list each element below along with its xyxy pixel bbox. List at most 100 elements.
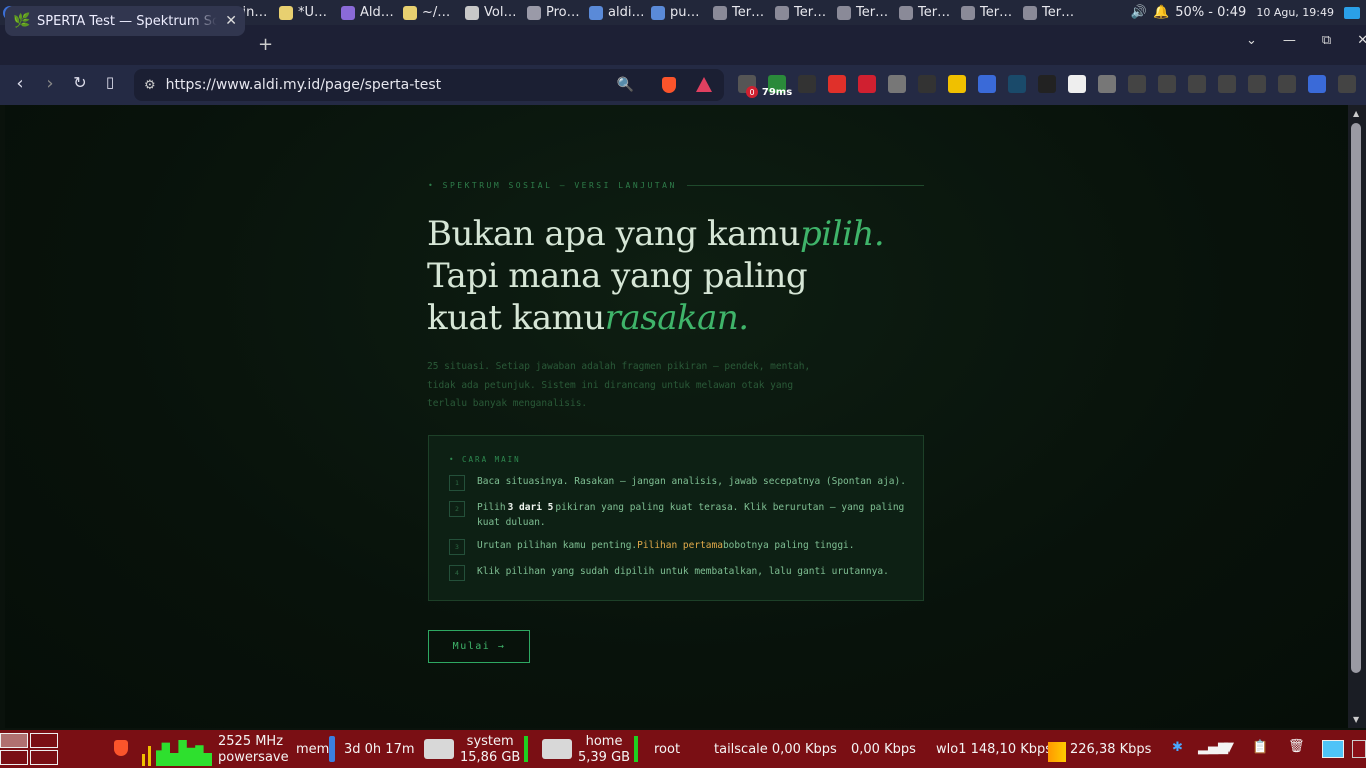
pdf-ext-icon[interactable]: [858, 75, 876, 93]
extension-badge: 0: [746, 86, 758, 98]
task-label: Pro…: [546, 5, 580, 20]
sort-ext-icon[interactable]: [948, 75, 966, 93]
disk-meter: [634, 736, 638, 762]
task-item[interactable]: Ald…: [338, 0, 400, 25]
download-icon[interactable]: [1158, 75, 1176, 93]
headline-part: kuat kamu: [427, 298, 605, 338]
wallet-icon[interactable]: [1248, 75, 1266, 93]
show-desktop-icon[interactable]: [1322, 740, 1344, 758]
task-item[interactable]: Vol…: [462, 0, 524, 25]
step-text-part: Urutan pilihan kamu penting.: [477, 540, 638, 551]
task-label: Ter…: [794, 5, 827, 20]
address-bar[interactable]: ⚙ https://www.aldi.my.id/page/sperta-tes…: [134, 69, 724, 101]
scrollbar[interactable]: ▲ ▼: [1348, 105, 1366, 728]
bookmark-icon[interactable]: ▯: [98, 73, 122, 91]
camera-ext-icon[interactable]: [888, 75, 906, 93]
getcrx-ext-icon[interactable]: [918, 75, 936, 93]
window-controls: ⌄ — ⧉ ✕: [1246, 33, 1366, 48]
task-item[interactable]: ~/…: [400, 0, 462, 25]
step-text: Baca situasinya. Rasakan — jangan analis…: [477, 476, 906, 487]
pager-desktop-1[interactable]: [0, 733, 28, 748]
url-text[interactable]: https://www.aldi.my.id/page/sperta-test: [166, 77, 442, 93]
cpu-graph: [142, 736, 212, 766]
notification-icon[interactable]: 🔔: [1153, 5, 1169, 20]
drive-icon: [424, 739, 454, 759]
volume-icon[interactable]: 🔊: [1131, 5, 1147, 20]
page-description: 25 situasi. Setiap jawaban adalah fragme…: [427, 361, 811, 410]
pager-desktop-4[interactable]: [30, 750, 58, 765]
app-icon: [589, 5, 603, 20]
task-item[interactable]: Ter…: [710, 0, 772, 25]
step-number: 3: [449, 539, 465, 555]
ping-badge: 79ms: [761, 86, 793, 98]
disk-meter: [524, 736, 528, 762]
close-tab-icon[interactable]: ✕: [225, 13, 237, 29]
app-icon: [837, 5, 851, 20]
task-label: aldi…: [608, 5, 645, 20]
disk-system: system 15,86 GB: [460, 734, 520, 766]
bat-ext-icon[interactable]: [1038, 75, 1056, 93]
site-info-icon[interactable]: ⚙: [144, 78, 156, 93]
start-button[interactable]: Mulai →: [428, 630, 530, 663]
bluetooth-icon[interactable]: ✱: [1172, 740, 1183, 755]
maximize-icon[interactable]: ⧉: [1322, 33, 1331, 48]
task-item[interactable]: Ter…: [896, 0, 958, 25]
tab-sperta[interactable]: 🌿 SPERTA Test — Spektrum Sosial ✕: [5, 6, 245, 36]
dev-ext-icon[interactable]: [798, 75, 816, 93]
redirect-ext-icon[interactable]: [828, 75, 846, 93]
task-item[interactable]: Pro…: [524, 0, 586, 25]
task-item[interactable]: Ter…: [1020, 0, 1082, 25]
puzzle-icon[interactable]: [1128, 75, 1146, 93]
tab-title: SPERTA Test — Spektrum Sosial: [37, 13, 217, 29]
zoom-icon[interactable]: 🔍: [617, 77, 634, 93]
pager-desktop-2[interactable]: [30, 733, 58, 748]
profile-icon[interactable]: [1308, 75, 1326, 93]
step-item: 1 Baca situasinya. Rasakan — jangan anal…: [449, 474, 909, 491]
brave-shields-icon[interactable]: [662, 77, 676, 93]
wifi-icon[interactable]: ▼: [1224, 740, 1234, 755]
display-icon[interactable]: [1344, 6, 1360, 19]
close-window-icon[interactable]: ✕: [1357, 33, 1366, 48]
clipboard-icon[interactable]: 📋: [1252, 740, 1268, 755]
headline-part: Bukan apa yang kamu: [427, 214, 801, 254]
task-item[interactable]: aldi…: [586, 0, 648, 25]
leo-icon[interactable]: [1278, 75, 1296, 93]
sidebar-icon[interactable]: [1218, 75, 1236, 93]
forward-icon[interactable]: ›: [38, 73, 62, 94]
back-icon[interactable]: ‹: [8, 73, 32, 94]
scrollbar-thumb[interactable]: [1351, 123, 1361, 673]
task-item[interactable]: Ter…: [772, 0, 834, 25]
headline-emphasis: rasakan.: [604, 298, 749, 338]
step-text-part: Pilih: [477, 502, 506, 513]
task-item[interactable]: pu…: [648, 0, 710, 25]
menu-icon[interactable]: [1338, 75, 1356, 93]
eyebrow-text: • SPEKTRUM SOSIAL — VERSI LANJUTAN: [428, 181, 677, 190]
cursor-ext-icon[interactable]: [978, 75, 996, 93]
task-item[interactable]: Ter…: [834, 0, 896, 25]
drive-icon: [542, 739, 572, 759]
brave-rewards-icon[interactable]: [696, 77, 712, 92]
pen-ext-icon[interactable]: [1068, 75, 1086, 93]
clock[interactable]: 10 Agu, 19:49: [1256, 6, 1334, 19]
reload-icon[interactable]: ↻: [68, 73, 92, 92]
task-item[interactable]: Ter…: [958, 0, 1020, 25]
minimize-icon[interactable]: —: [1283, 33, 1296, 48]
net-speed-2: 0,00 Kbps: [851, 742, 916, 757]
trash-icon[interactable]: 🗑: [1288, 739, 1305, 754]
scroll-up-icon[interactable]: ▲: [1353, 109, 1359, 118]
record-ext-icon[interactable]: [1098, 75, 1116, 93]
task-item[interactable]: *U…: [276, 0, 338, 25]
tab-search-icon[interactable]: ⌄: [1246, 33, 1257, 48]
xpath-ext-icon[interactable]: [1008, 75, 1026, 93]
app-icon: [403, 5, 417, 20]
scroll-down-icon[interactable]: ▼: [1353, 715, 1359, 724]
pager-desktop-3[interactable]: [0, 750, 28, 765]
media-icon[interactable]: [1188, 75, 1206, 93]
new-tab-button[interactable]: +: [258, 34, 273, 55]
step-item: 4 Klik pilihan yang sudah dipilih untuk …: [449, 564, 909, 581]
task-label: Vol…: [484, 5, 517, 20]
battery-status[interactable]: 50% - 0:49: [1175, 5, 1246, 20]
disk-size: 15,86 GB: [460, 750, 521, 765]
brave-icon[interactable]: [114, 740, 128, 756]
app-icon: [899, 5, 913, 20]
